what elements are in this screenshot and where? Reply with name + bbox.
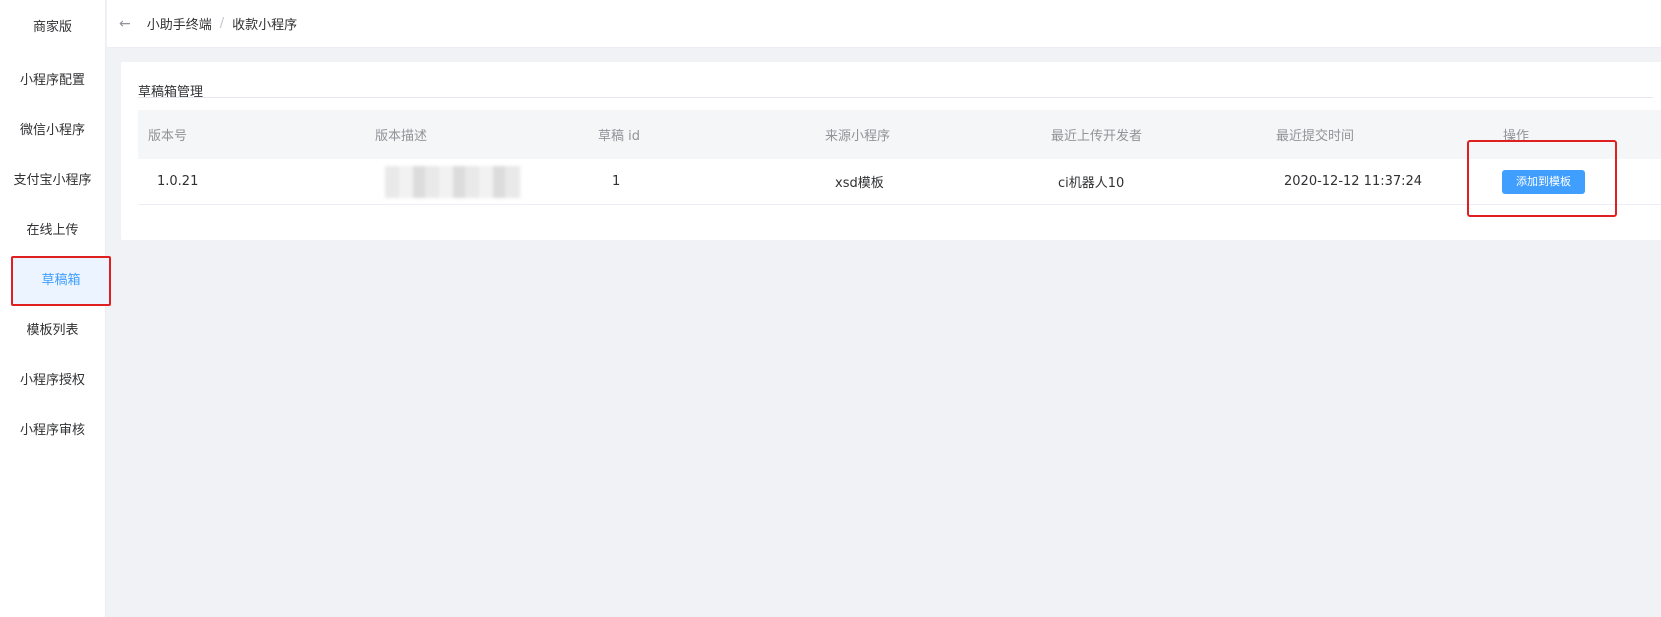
column-header-action: 操作 xyxy=(1503,129,1530,144)
sidebar-item-mini-program-auth[interactable]: 小程序授权 xyxy=(0,356,105,406)
breadcrumb: ← 小助手终端 / 收款小程序 xyxy=(107,0,1661,48)
cell-description-redacted xyxy=(385,166,521,202)
sidebar-item-template-list[interactable]: 模板列表 xyxy=(0,306,105,356)
column-header-developer: 最近上传开发者 xyxy=(1051,129,1143,144)
cell-developer: ci机器人10 xyxy=(1058,176,1125,191)
drafts-table: 版本号 版本描述 草稿 id 来源小程序 最近上传开发者 最近提交时间 操作 1… xyxy=(138,110,1661,205)
breadcrumb-parent[interactable]: 小助手终端 xyxy=(147,14,212,33)
table-header: 版本号 版本描述 草稿 id 来源小程序 最近上传开发者 最近提交时间 操作 xyxy=(138,110,1661,159)
sidebar: 商家版 小程序配置 微信小程序 支付宝小程序 在线上传 草稿箱 模板列表 小程序… xyxy=(0,0,111,617)
column-header-description: 版本描述 xyxy=(375,129,428,144)
sidebar-item-drafts[interactable]: 草稿箱 xyxy=(11,256,111,306)
cell-action: 添加到模板 xyxy=(1502,169,1585,194)
cell-draft-id: 1 xyxy=(612,174,621,189)
add-to-template-button[interactable]: 添加到模板 xyxy=(1502,169,1585,194)
sidebar-item-wechat-mini-program[interactable]: 微信小程序 xyxy=(0,106,105,156)
column-header-source: 来源小程序 xyxy=(825,129,891,144)
table-row: 1.0.21 1 xsd模板 ci机器人10 2020-12-12 11:37:… xyxy=(138,159,1661,205)
cell-version: 1.0.21 xyxy=(157,174,199,189)
sidebar-header: 商家版 xyxy=(32,20,72,35)
breadcrumb-separator: / xyxy=(219,16,225,31)
sidebar-item-alipay-mini-program[interactable]: 支付宝小程序 xyxy=(0,156,105,206)
cell-time: 2020-12-12 11:37:24 xyxy=(1284,174,1423,189)
arrow-left-icon[interactable]: ← xyxy=(119,16,131,32)
column-header-draft-id: 草稿 id xyxy=(598,129,640,144)
sidebar-item-online-upload[interactable]: 在线上传 xyxy=(0,206,105,256)
column-header-version: 版本号 xyxy=(148,129,188,144)
card-divider xyxy=(138,97,1653,98)
column-header-time: 最近提交时间 xyxy=(1276,129,1355,144)
drafts-card: 草稿箱管理 版本号 版本描述 草稿 id 来源小程序 最近上传开发者 最近提交时… xyxy=(121,62,1661,240)
sidebar-item-mini-program-review[interactable]: 小程序审核 xyxy=(0,406,105,456)
sidebar-item-mini-program-config[interactable]: 小程序配置 xyxy=(0,56,105,106)
cell-source: xsd模板 xyxy=(835,176,884,191)
breadcrumb-current: 收款小程序 xyxy=(232,18,298,33)
